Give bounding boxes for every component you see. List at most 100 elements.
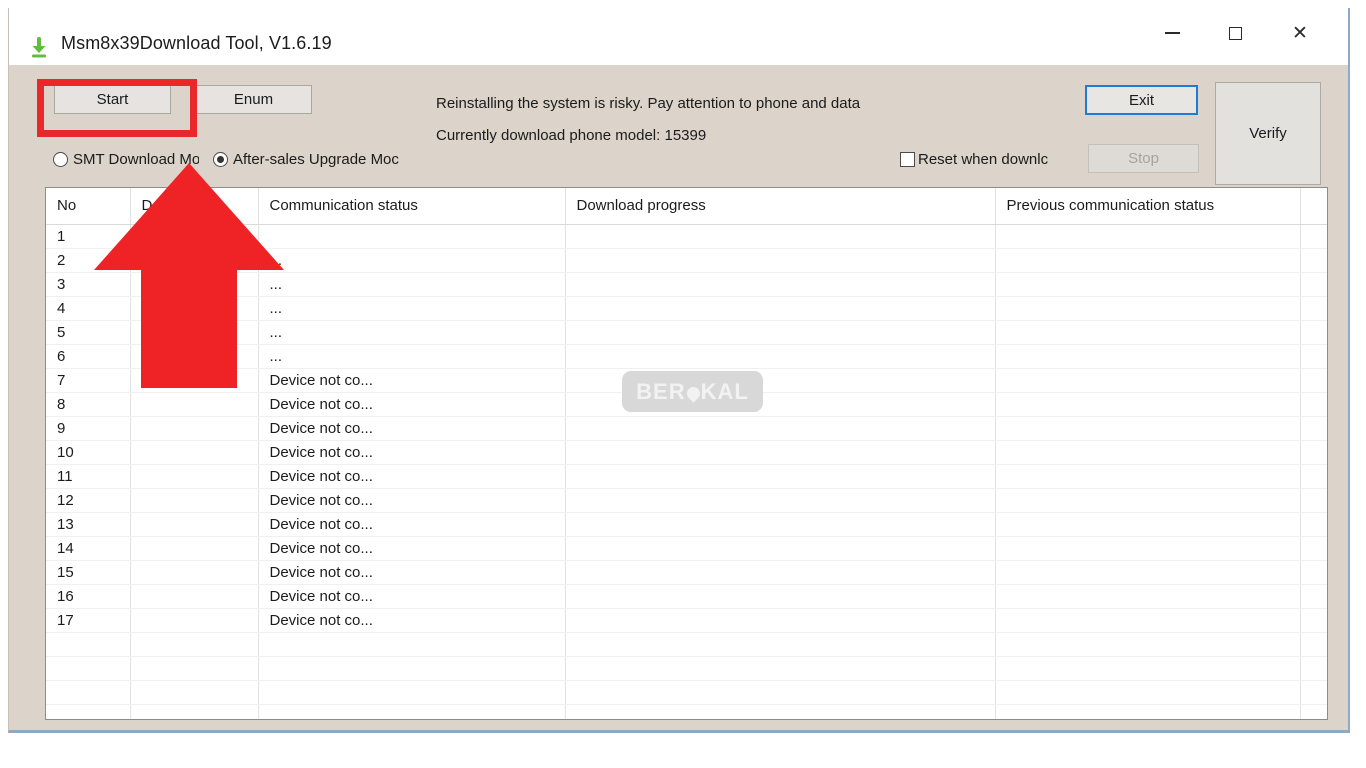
table-row[interactable]: 3D... [46,272,1328,296]
cell-device [130,656,258,680]
minimize-icon [1165,32,1180,34]
table-row[interactable] [46,680,1328,704]
radio-smt-download-mode[interactable]: SMT Download Mo [53,151,199,168]
cell-device [130,512,258,536]
cell-progress [565,608,995,632]
table-row[interactable]: 10Device not co... [46,440,1328,464]
table-row[interactable]: 12Device not co... [46,488,1328,512]
table-row[interactable]: 15Device not co... [46,560,1328,584]
table-header-row: No D Communication status Download progr… [46,188,1328,224]
table-row[interactable]: 16Device not co... [46,584,1328,608]
table-row[interactable]: 17Device not co... [46,608,1328,632]
start-button[interactable]: Start [54,85,171,114]
cell-comm: ... [258,272,565,296]
toolbar: Start Enum Exit Stop Verify Reinstalling… [9,65,1348,187]
radio-after-sales-upgrade-mode[interactable]: After-sales Upgrade Moc [213,151,399,168]
cell-prev [995,608,1300,632]
maximize-button[interactable] [1212,8,1258,58]
verify-button[interactable]: Verify [1215,82,1321,185]
table-row[interactable]: 9Device not co... [46,416,1328,440]
cell-device [130,560,258,584]
cell-no: 12 [46,488,130,512]
table-row[interactable]: 8 Device not co... [46,392,1328,416]
cell-comm: Device not co... [258,368,565,392]
device-table[interactable]: No D Communication status Download progr… [45,187,1328,720]
reset-when-download-checkbox[interactable]: Reset when downlc [900,151,1048,168]
cell-tail [1300,608,1328,632]
cell-comm: Device not co... [258,512,565,536]
column-header-tail [1300,188,1328,224]
table-row[interactable] [46,656,1328,680]
cell-progress [565,536,995,560]
cell-prev [995,536,1300,560]
cell-prev [995,344,1300,368]
cell-device: D [130,296,258,320]
stop-button[interactable]: Stop [1088,144,1199,173]
cell-progress [565,368,995,392]
cell-prev [995,560,1300,584]
table-row[interactable]: 13Device not co... [46,512,1328,536]
cell-comm [258,704,565,720]
cell-device [130,536,258,560]
cell-no: 17 [46,608,130,632]
cell-comm: ... [258,248,565,272]
close-button[interactable]: ✕ [1277,8,1323,58]
cell-progress [565,656,995,680]
maximize-icon [1229,27,1242,40]
cell-no: 10 [46,440,130,464]
cell-tail [1300,560,1328,584]
table-row[interactable]: 1 [46,224,1328,248]
table-row[interactable]: 6D... [46,344,1328,368]
cell-no: 8 [46,392,130,416]
table-row[interactable]: 14Device not co... [46,536,1328,560]
phone-model-text: Currently download phone model: 15399 [436,127,706,144]
table-row[interactable] [46,632,1328,656]
cell-tail [1300,656,1328,680]
cell-progress [565,512,995,536]
cell-no: 3 [46,272,130,296]
cell-prev [995,440,1300,464]
cell-no [46,704,130,720]
cell-device: D [130,344,258,368]
cell-progress [565,296,995,320]
cell-prev [995,704,1300,720]
cell-progress [565,680,995,704]
column-header-device[interactable]: D [130,188,258,224]
cell-device [130,680,258,704]
table-row[interactable]: 5D... [46,320,1328,344]
cell-progress [565,704,995,720]
cell-comm [258,656,565,680]
cell-device [130,224,258,248]
cell-progress [565,560,995,584]
column-header-communication-status[interactable]: Communication status [258,188,565,224]
cell-no: 15 [46,560,130,584]
cell-no: 6 [46,344,130,368]
radio-unselected-icon [53,152,68,167]
cell-device [130,704,258,720]
cell-comm [258,632,565,656]
table-row[interactable]: 2D... [46,248,1328,272]
reset-checkbox-label: Reset when downlc [918,151,1048,168]
table-row[interactable]: 7Device not co... [46,368,1328,392]
cell-prev [995,416,1300,440]
column-header-no[interactable]: No [46,188,130,224]
cell-progress [565,464,995,488]
table-row[interactable]: 11Device not co... [46,464,1328,488]
cell-tail [1300,536,1328,560]
cell-progress [565,344,995,368]
cell-progress [565,224,995,248]
column-header-previous-communication-status[interactable]: Previous communication status [995,188,1300,224]
minimize-button[interactable] [1149,8,1195,58]
exit-button[interactable]: Exit [1085,85,1198,115]
cell-prev [995,272,1300,296]
enum-button[interactable]: Enum [195,85,312,114]
table-row[interactable] [46,704,1328,720]
cell-tail [1300,248,1328,272]
cell-comm: Device not co... [258,392,565,416]
cell-no: 14 [46,536,130,560]
cell-prev [995,488,1300,512]
cell-tail [1300,224,1328,248]
cell-progress [565,584,995,608]
column-header-download-progress[interactable]: Download progress [565,188,995,224]
table-row[interactable]: 4D... [46,296,1328,320]
